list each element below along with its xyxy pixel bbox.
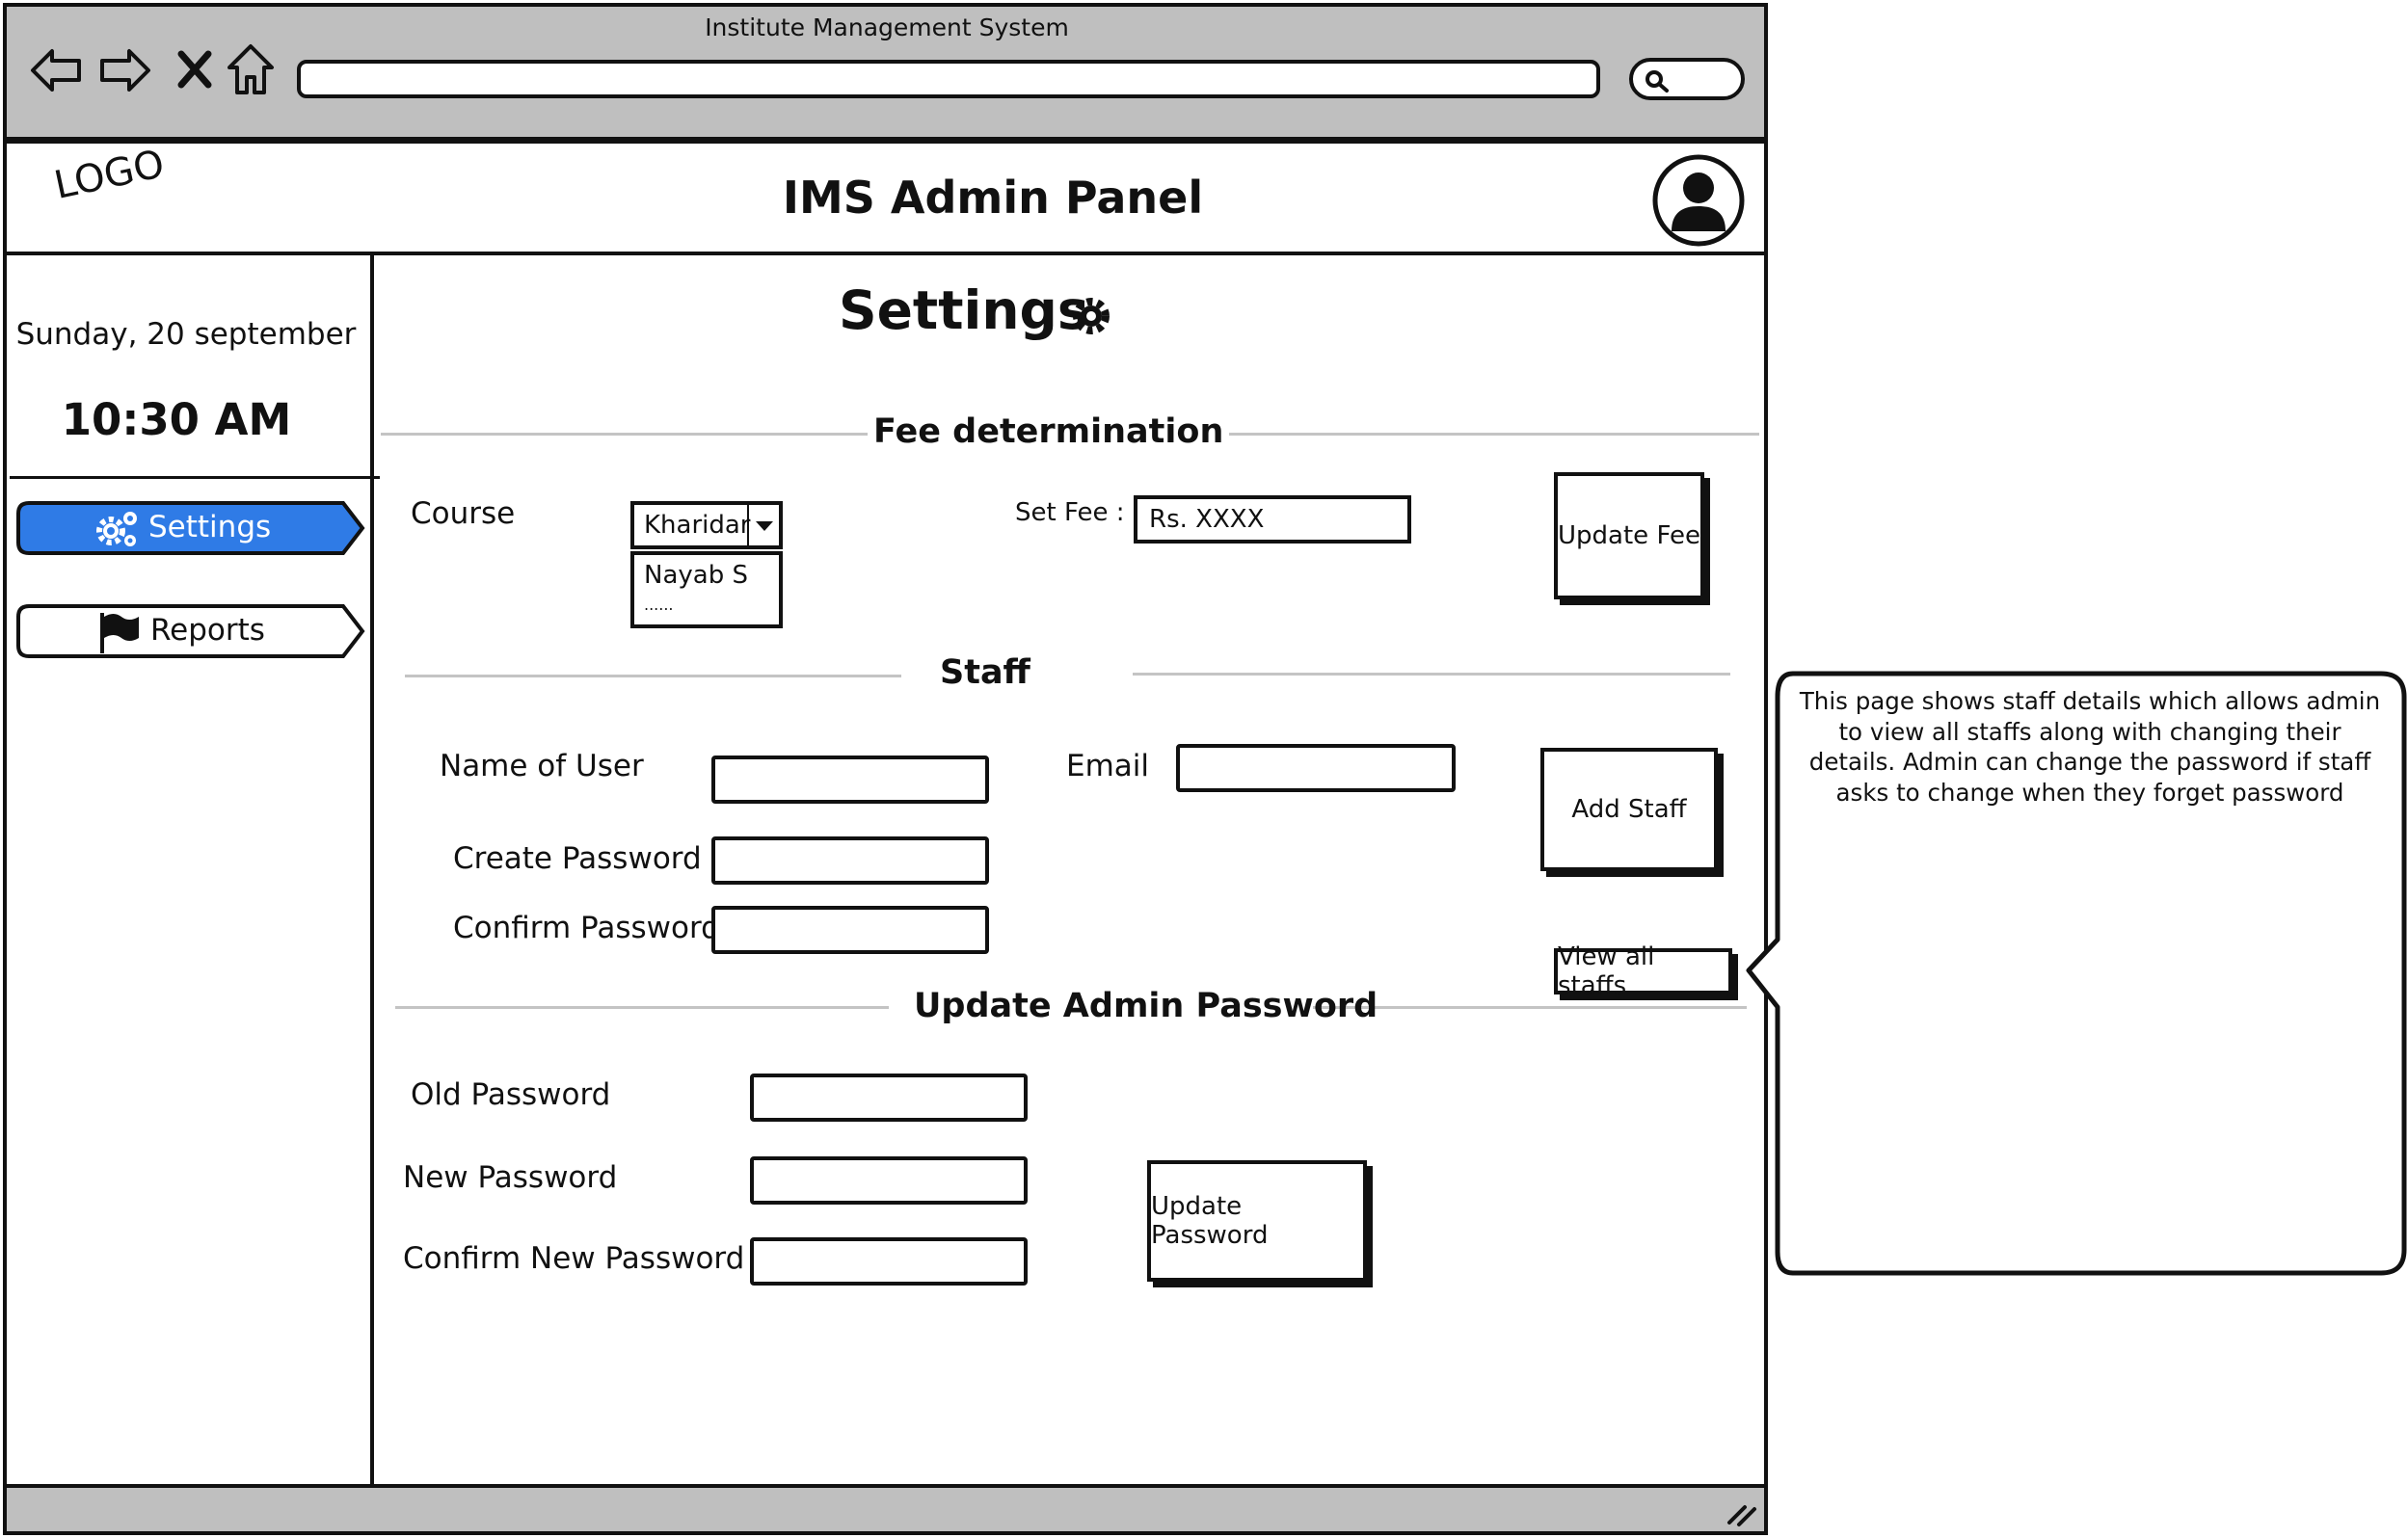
- callout-note: This page shows staff details which allo…: [1799, 687, 2381, 807]
- sidebar-date: Sunday, 20 september: [15, 317, 357, 352]
- new-password-input[interactable]: [750, 1156, 1028, 1205]
- staff-section-title: Staff: [940, 653, 1030, 692]
- sidebar-item-settings-label: Settings: [148, 510, 272, 544]
- name-input[interactable]: [711, 756, 989, 804]
- sidebar-time: 10:30 AM: [61, 393, 292, 445]
- address-bar[interactable]: [297, 60, 1600, 98]
- sidebar-divider: [10, 476, 380, 479]
- set-fee-label: Set Fee :: [1015, 498, 1125, 527]
- app-title: IMS Admin Panel: [782, 172, 1204, 224]
- home-icon[interactable]: [224, 40, 278, 98]
- user-avatar-icon[interactable]: [1650, 152, 1747, 249]
- back-icon[interactable]: [27, 43, 85, 97]
- stop-icon[interactable]: [175, 48, 214, 91]
- admin-section-title: Update Admin Password: [914, 987, 1378, 1025]
- add-staff-button[interactable]: Add Staff: [1540, 748, 1718, 871]
- sidebar-item-reports[interactable]: Reports: [15, 603, 366, 659]
- create-password-label: Create Password: [453, 841, 702, 876]
- flag-icon: [100, 613, 139, 653]
- name-label: Name of User: [440, 749, 644, 783]
- fee-input[interactable]: Rs. XXXX: [1134, 495, 1411, 544]
- course-label: Course: [411, 496, 516, 531]
- gears-icon: [96, 512, 137, 546]
- course-select-divider: [747, 505, 749, 545]
- update-password-button[interactable]: Update Password: [1147, 1160, 1367, 1282]
- update-fee-button[interactable]: Update Fee: [1554, 472, 1704, 599]
- course-selected: Kharidar: [644, 511, 751, 540]
- confirm-password-label: Confirm Password: [453, 911, 720, 945]
- email-label: Email: [1066, 749, 1150, 783]
- new-password-label: New Password: [403, 1160, 618, 1195]
- course-option[interactable]: ......: [644, 596, 674, 614]
- chevron-down-icon[interactable]: [754, 518, 775, 534]
- email-input[interactable]: [1176, 744, 1456, 792]
- admin-section-rule-left: [395, 1006, 889, 1009]
- fee-section-title: Fee determination: [868, 412, 1230, 451]
- confirm-password-input[interactable]: [711, 906, 989, 954]
- fee-input-value: Rs. XXXX: [1149, 505, 1265, 534]
- forward-icon[interactable]: [96, 43, 154, 97]
- view-all-staffs-button[interactable]: View all staffs: [1554, 942, 1732, 1000]
- resize-grip-icon[interactable]: [1726, 1499, 1758, 1528]
- old-password-input[interactable]: [750, 1074, 1028, 1122]
- staff-section-rule-right: [1133, 673, 1730, 676]
- browser-title: Institute Management System: [705, 13, 1069, 41]
- create-password-input[interactable]: [711, 836, 989, 885]
- old-password-label: Old Password: [411, 1077, 611, 1112]
- sidebar-item-settings[interactable]: Settings: [15, 500, 366, 556]
- admin-section-rule-right: [1313, 1006, 1747, 1009]
- search-box[interactable]: [1629, 58, 1745, 100]
- course-option[interactable]: Nayab S: [644, 561, 748, 590]
- course-select[interactable]: Kharidar: [630, 501, 783, 549]
- confirm-new-password-input[interactable]: [750, 1237, 1028, 1286]
- status-bar: [3, 1484, 1768, 1535]
- search-icon: [1645, 70, 1669, 93]
- staff-section-rule-left: [405, 675, 901, 677]
- sidebar-item-reports-label: Reports: [150, 613, 265, 648]
- gear-icon: [1073, 298, 1110, 334]
- course-options: Nayab S ......: [630, 551, 783, 628]
- confirm-new-password-label: Confirm New Password: [403, 1241, 745, 1276]
- page-title: Settings: [839, 279, 1089, 341]
